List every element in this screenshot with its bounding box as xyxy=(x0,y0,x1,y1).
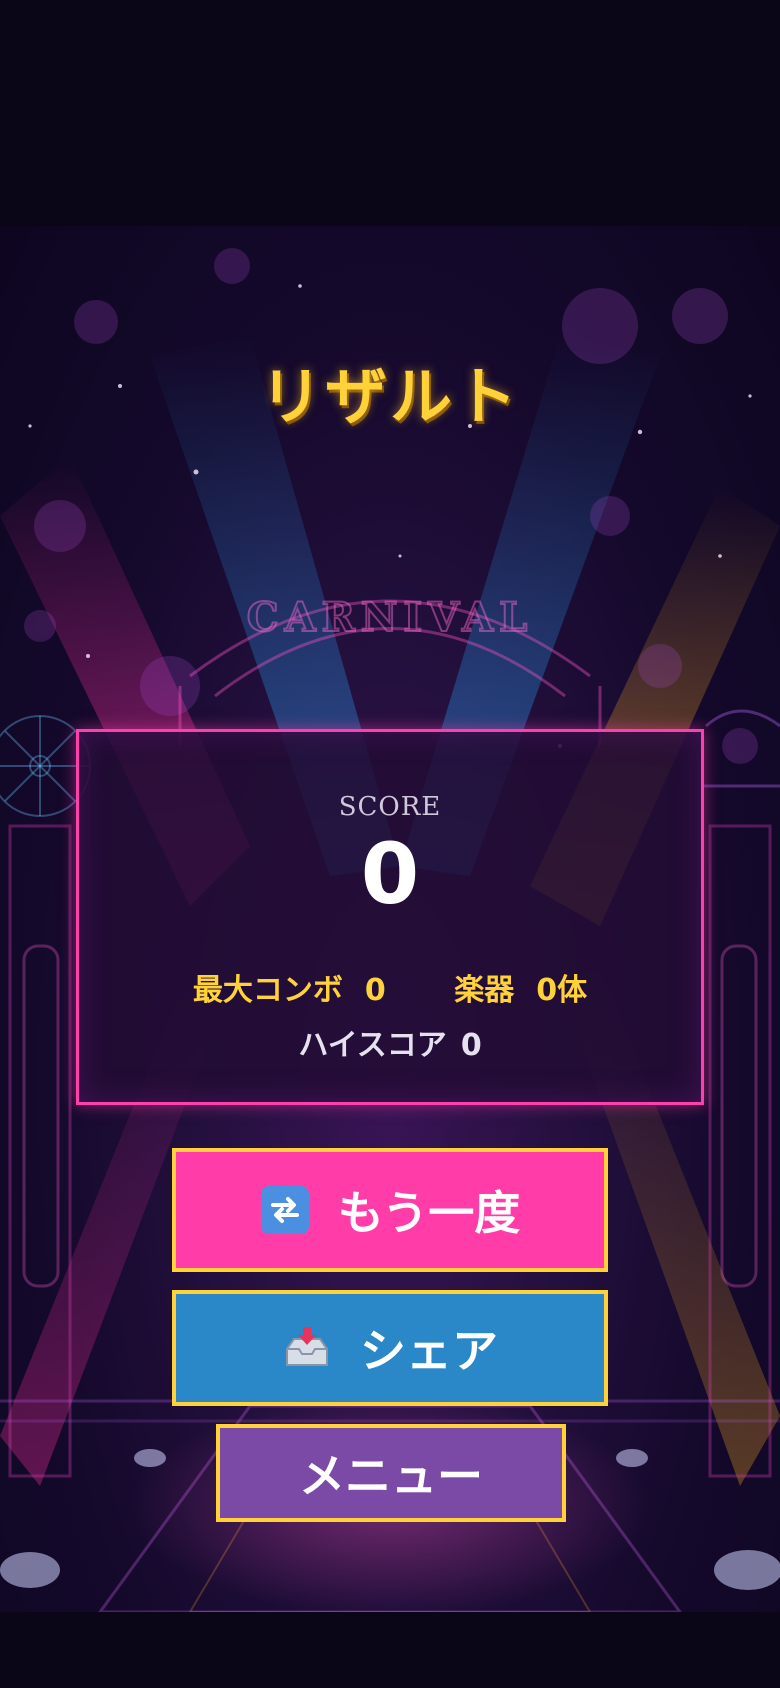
max-combo-value: 0 xyxy=(364,973,386,1008)
menu-button[interactable]: メニュー xyxy=(216,1424,566,1522)
score-value: 0 xyxy=(360,825,420,923)
result-stage: CARNIVAL リザルト SCORE 0 最大コンボ 0 楽器 0体 ハイスコ… xyxy=(0,226,780,1612)
inbox-tray-icon xyxy=(282,1323,332,1373)
instruments-stat: 楽器 0体 xyxy=(454,965,587,1009)
carnival-sign-text: CARNIVAL xyxy=(247,594,533,641)
result-title: リザルト xyxy=(259,360,520,433)
high-score-label: ハイスコア xyxy=(298,1028,447,1063)
stats-row: 最大コンボ 0 楽器 0体 xyxy=(79,965,701,1008)
menu-button-label: メニュー xyxy=(299,1449,483,1503)
repeat-icon xyxy=(260,1185,310,1235)
high-score-row: ハイスコア 0 xyxy=(79,1020,701,1064)
retry-button-label: もう一度 xyxy=(337,1186,521,1240)
instruments-value: 0体 xyxy=(536,973,588,1008)
instruments-label: 楽器 xyxy=(454,973,515,1008)
score-label: SCORE xyxy=(338,792,442,822)
share-button-label: シェア xyxy=(360,1324,498,1378)
game-screen: CARNIVAL リザルト SCORE 0 最大コンボ 0 楽器 0体 ハイスコ… xyxy=(0,0,780,1688)
retry-button[interactable]: もう一度 xyxy=(172,1148,608,1272)
score-panel: SCORE 0 最大コンボ 0 楽器 0体 ハイスコア 0 xyxy=(76,729,704,1105)
max-combo-stat: 最大コンボ 0 xyxy=(193,965,386,1009)
max-combo-label: 最大コンボ xyxy=(192,973,343,1008)
share-button[interactable]: シェア xyxy=(172,1290,608,1406)
high-score-value: 0 xyxy=(460,1028,482,1063)
